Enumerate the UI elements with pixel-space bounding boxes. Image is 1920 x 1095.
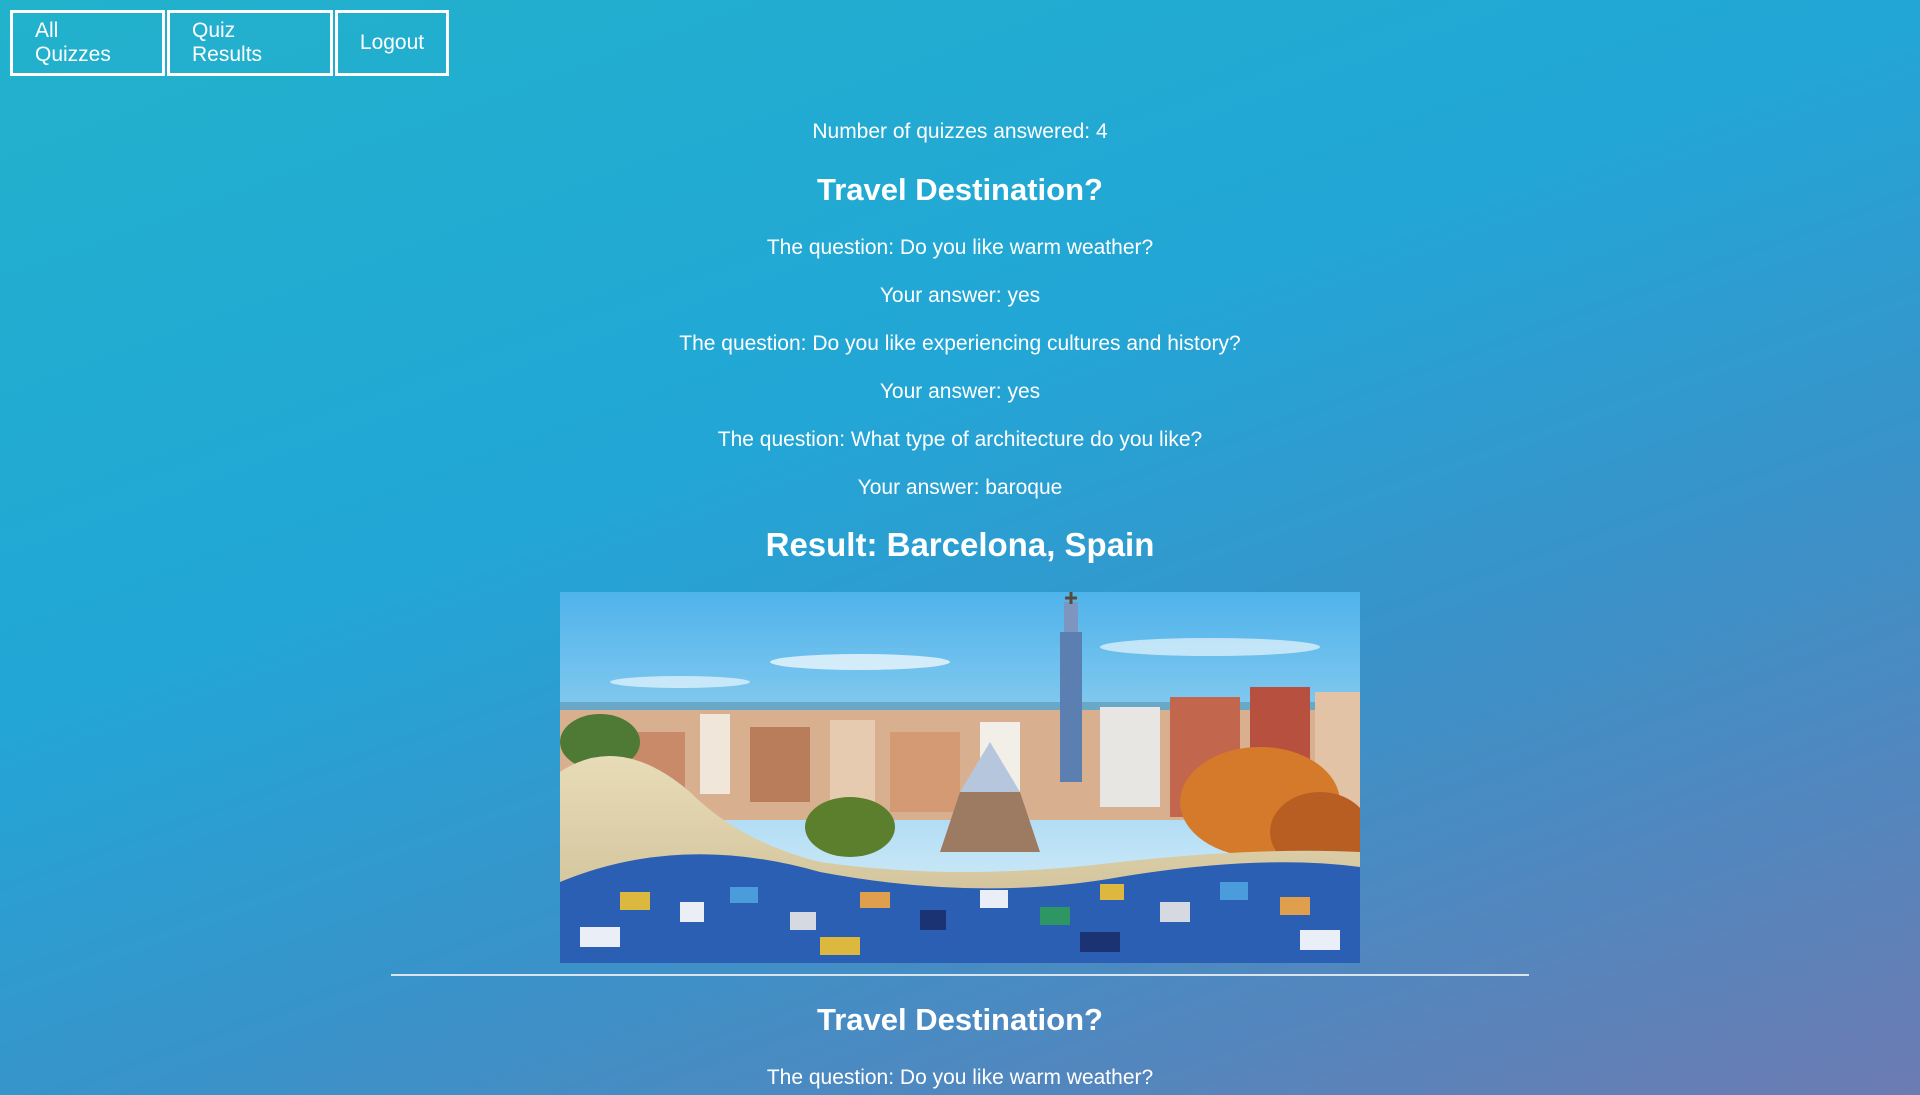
top-nav: All Quizzes Quiz Results Logout — [10, 10, 451, 76]
all-quizzes-button[interactable]: All Quizzes — [10, 10, 165, 76]
result-divider — [391, 974, 1529, 976]
quiz-result-text: Result: Barcelona, Spain — [765, 526, 1155, 563]
answer-text: Your answer: baroque — [857, 476, 1063, 499]
question-text: The question: Do you like experiencing c… — [679, 332, 1241, 355]
result-image-illustration — [560, 592, 1360, 963]
logout-button[interactable]: Logout — [335, 10, 449, 76]
answer-text: Your answer: yes — [879, 284, 1041, 307]
quiz-title: Travel Destination? — [817, 1002, 1103, 1037]
quiz-title: Travel Destination? — [817, 172, 1103, 207]
quiz-results-button[interactable]: Quiz Results — [167, 10, 333, 76]
question-text: The question: What type of architecture … — [717, 428, 1203, 451]
answer-text: Your answer: yes — [879, 380, 1041, 403]
question-text: The question: Do you like warm weather? — [766, 1066, 1154, 1089]
barcelona-park-guell-photo — [560, 592, 1360, 963]
quizzes-answered-count: Number of quizzes answered: 4 — [812, 120, 1108, 143]
question-text: The question: Do you like warm weather? — [766, 236, 1154, 259]
